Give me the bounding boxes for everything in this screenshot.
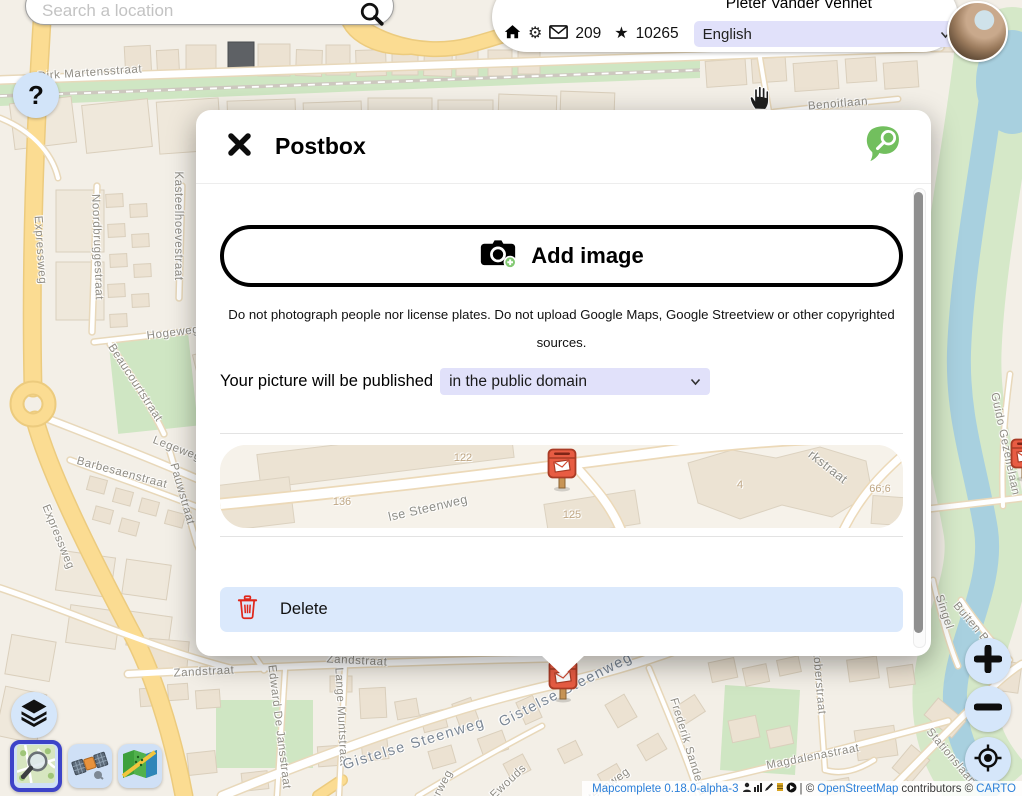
attribution-bar: Mapcomplete 0.18.0-alpha-3 | © OpenStree… bbox=[582, 781, 1022, 796]
settings-gear-icon[interactable]: ⚙ bbox=[528, 26, 542, 42]
mapcomplete-logo-icon bbox=[865, 125, 901, 168]
user-avatar[interactable] bbox=[947, 1, 1008, 62]
zoom-in-button[interactable] bbox=[965, 638, 1011, 684]
person-icon bbox=[742, 782, 752, 795]
user-name: Pieter Vander Vennet bbox=[726, 0, 872, 13]
layers-icon bbox=[19, 697, 49, 734]
delete-button[interactable]: Delete bbox=[220, 587, 903, 632]
vest-icon bbox=[775, 782, 785, 795]
attribution-circle-icon bbox=[786, 782, 797, 796]
minimap-label: 125 bbox=[563, 509, 581, 521]
home-icon[interactable] bbox=[504, 23, 521, 45]
license-label: Your picture will be published bbox=[220, 372, 433, 391]
minimap-postbox-marker bbox=[547, 448, 577, 492]
pencil-icon bbox=[764, 782, 774, 795]
minimap-label: 4 bbox=[737, 479, 743, 491]
attribution-separator: | © bbox=[800, 783, 815, 795]
language-select[interactable]: English bbox=[694, 21, 960, 47]
zoom-out-button[interactable] bbox=[965, 686, 1011, 732]
help-label: ? bbox=[28, 80, 44, 111]
camera-add-icon bbox=[479, 238, 517, 274]
basemap-option-satellite[interactable] bbox=[68, 744, 112, 788]
dialog-header: Postbox bbox=[196, 110, 931, 184]
close-icon[interactable] bbox=[226, 131, 253, 163]
osm-map-icon bbox=[17, 745, 55, 788]
dialog-content[interactable]: Add image Do not photograph people nor l… bbox=[196, 185, 913, 654]
search-icon[interactable] bbox=[359, 1, 385, 32]
star-icon: ★ bbox=[614, 26, 628, 42]
osm-link[interactable]: OpenStreetMap bbox=[817, 783, 898, 795]
postbox-dialog: Postbox bbox=[196, 110, 931, 656]
crosshair-icon bbox=[973, 743, 1003, 778]
plus-icon bbox=[974, 645, 1002, 678]
divider bbox=[220, 536, 903, 537]
delete-label: Delete bbox=[280, 600, 328, 619]
layers-button[interactable] bbox=[11, 692, 57, 738]
license-selected-value: in the public domain bbox=[449, 373, 587, 391]
minus-icon bbox=[974, 693, 1002, 726]
location-minimap[interactable]: 122136lse Steenweg1254rkstraat66;6 bbox=[220, 445, 903, 528]
chevron-down-icon bbox=[690, 373, 701, 391]
basemap-option-osm[interactable] bbox=[10, 740, 62, 792]
star-count: 10265 bbox=[636, 25, 679, 43]
minimap-label: 66;6 bbox=[869, 483, 890, 495]
message-count: 209 bbox=[575, 25, 601, 43]
statistics-icon bbox=[753, 782, 763, 795]
satellite-icon bbox=[71, 747, 109, 786]
postbox-marker-edge[interactable] bbox=[1010, 438, 1022, 482]
dialog-title: Postbox bbox=[275, 133, 366, 160]
folded-map-icon bbox=[121, 747, 159, 786]
minimap-label: 136 bbox=[333, 496, 351, 508]
carto-link[interactable]: CARTO bbox=[976, 783, 1016, 795]
mapcomplete-version-link[interactable]: Mapcomplete 0.18.0-alpha-3 bbox=[592, 783, 738, 795]
mapcomplete-app: Dirk MartensstraatcklaanBenoitlaanExpres… bbox=[0, 0, 1022, 796]
basemap-option-map[interactable] bbox=[118, 744, 162, 788]
geolocate-button[interactable] bbox=[965, 737, 1011, 783]
messages-envelope-icon[interactable] bbox=[549, 25, 568, 44]
license-select[interactable]: in the public domain bbox=[440, 368, 710, 395]
scrollbar-thumb[interactable] bbox=[914, 192, 923, 633]
attribution-icons bbox=[742, 782, 797, 796]
divider bbox=[220, 433, 903, 434]
image-license-note: Do not photograph people nor license pla… bbox=[228, 301, 895, 356]
dialog-pointer-tail bbox=[541, 655, 585, 676]
trash-icon bbox=[237, 595, 258, 625]
minimap-label: 122 bbox=[454, 452, 472, 464]
help-button[interactable]: ? bbox=[13, 72, 59, 118]
add-image-button[interactable]: Add image bbox=[220, 225, 903, 287]
search-bar bbox=[25, 0, 394, 25]
user-panel: Pieter Vander Vennet ⚙ 209 ★ 10265 Engli… bbox=[492, 0, 958, 52]
basemap-switcher bbox=[10, 740, 162, 792]
language-selected-value: English bbox=[703, 26, 752, 43]
attribution-contributors: contributors © bbox=[901, 783, 973, 795]
dialog-scrollbar[interactable] bbox=[913, 188, 926, 648]
add-image-label: Add image bbox=[531, 243, 643, 269]
search-input[interactable] bbox=[40, 0, 344, 22]
